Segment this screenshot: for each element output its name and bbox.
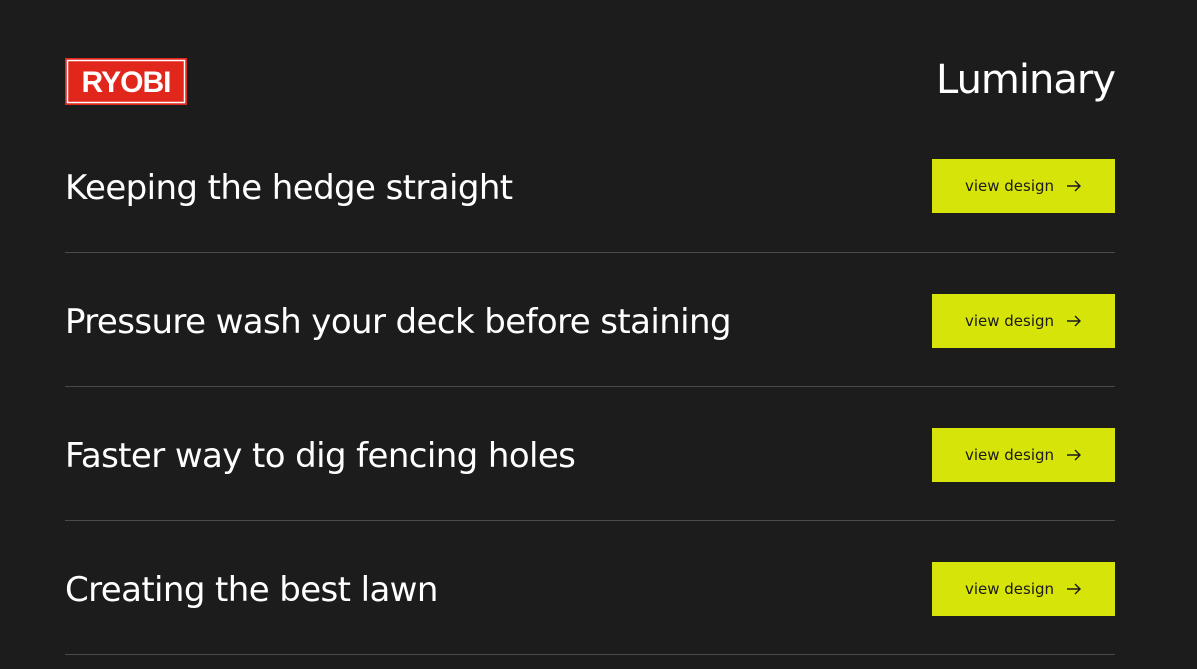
button-label: view design	[964, 446, 1055, 464]
item-title: Faster way to dig fencing holes	[65, 436, 576, 476]
arrow-right-icon	[1067, 583, 1082, 595]
list-item: Creating the best lawn view design	[65, 521, 1115, 655]
brand-name: Luminary	[936, 57, 1116, 103]
arrow-right-icon	[1067, 180, 1082, 192]
view-design-button[interactable]: view design	[932, 294, 1115, 348]
item-title: Keeping the hedge straight	[65, 168, 513, 208]
design-list: Keeping the hedge straight view design P…	[65, 120, 1115, 655]
ryobi-logo[interactable]: RYOBI	[65, 58, 187, 105]
button-label: view design	[964, 312, 1055, 330]
header: RYOBI Luminary	[65, 57, 1116, 106]
list-item: Pressure wash your deck before staining …	[65, 253, 1115, 387]
view-design-button[interactable]: view design	[932, 562, 1115, 616]
view-design-button[interactable]: view design	[932, 428, 1115, 482]
button-label: view design	[964, 177, 1055, 195]
arrow-right-icon	[1067, 315, 1082, 327]
list-item: Keeping the hedge straight view design	[65, 120, 1115, 253]
button-label: view design	[964, 580, 1055, 598]
arrow-right-icon	[1067, 449, 1082, 461]
svg-text:RYOBI: RYOBI	[82, 66, 171, 99]
view-design-button[interactable]: view design	[932, 159, 1115, 213]
item-title: Pressure wash your deck before staining	[65, 302, 732, 342]
item-title: Creating the best lawn	[65, 570, 438, 610]
list-item: Faster way to dig fencing holes view des…	[65, 387, 1115, 521]
